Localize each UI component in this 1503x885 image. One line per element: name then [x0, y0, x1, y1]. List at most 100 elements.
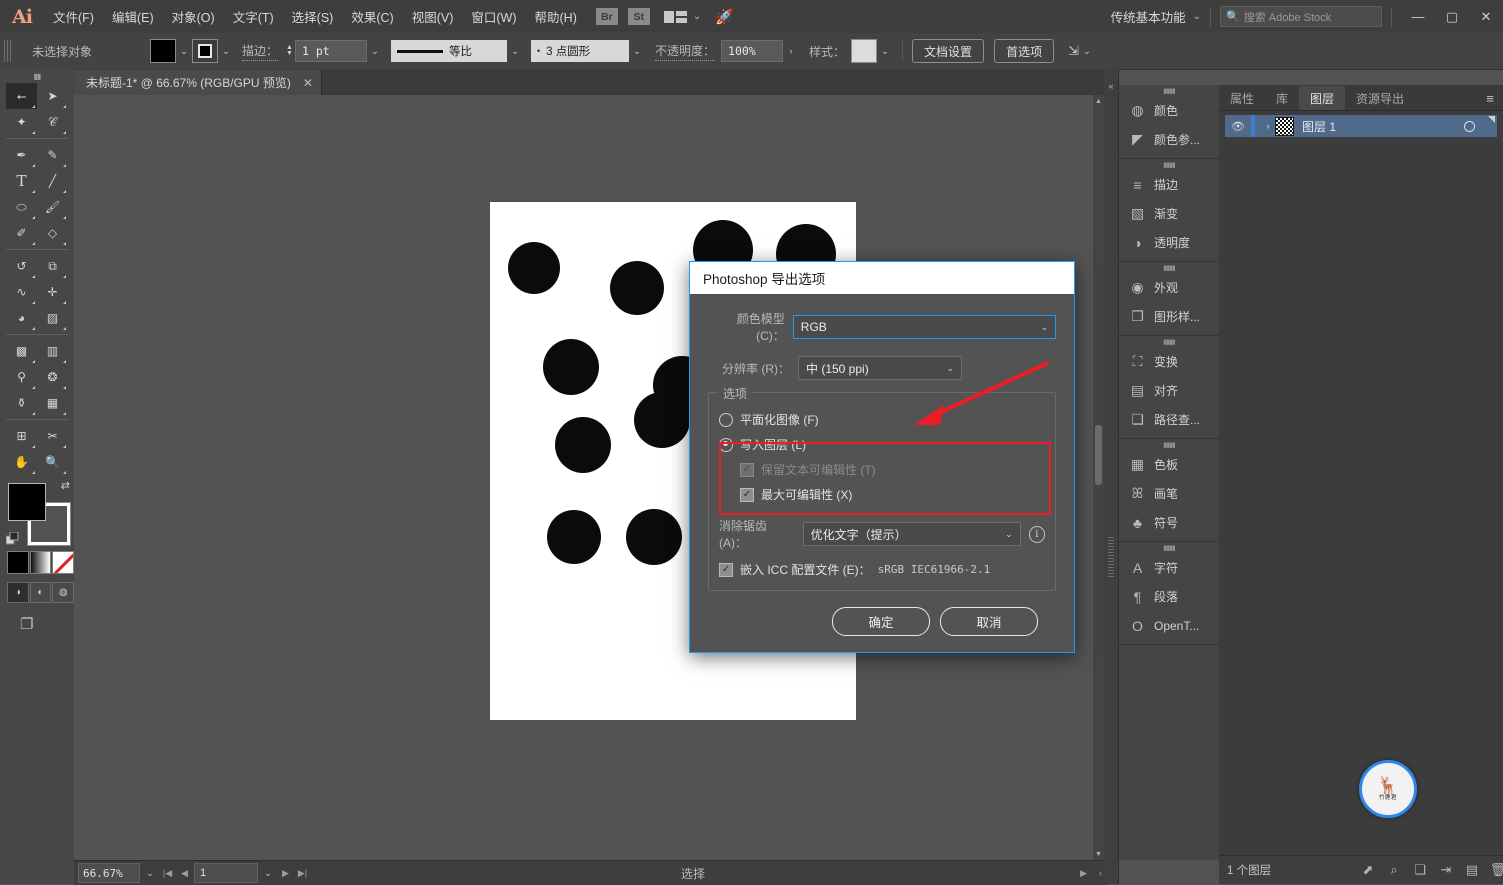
tool-width[interactable]: ∿: [6, 279, 37, 305]
info-icon[interactable]: i: [1028, 525, 1045, 543]
scroll-down-icon[interactable]: ▼: [1093, 848, 1104, 860]
document-tab[interactable]: 未标题-1* @ 66.67% (RGB/GPU 预览) ✕: [74, 70, 322, 95]
tool-rotate[interactable]: ↺: [6, 253, 37, 279]
dock-item-transparency[interactable]: ◑ 透明度: [1119, 228, 1219, 257]
dock-item-color-guide[interactable]: ◤ 颜色参...: [1119, 125, 1219, 154]
status-expand-icon[interactable]: ▶: [1076, 864, 1091, 882]
menu-edit[interactable]: 编辑(E): [103, 3, 163, 30]
menu-window[interactable]: 窗口(W): [462, 3, 525, 30]
dock-item-transform[interactable]: ⛶ 变换: [1119, 347, 1219, 376]
arrange-documents-icon[interactable]: [663, 9, 688, 25]
tools-panel-grip[interactable]: ▮▮: [0, 69, 74, 83]
tool-free-transform[interactable]: ✛: [37, 279, 68, 305]
artboard-circle[interactable]: [543, 339, 599, 395]
stroke-profile-select[interactable]: 等比: [391, 40, 508, 62]
stroke-weight-stepper[interactable]: ▲ ▼: [284, 41, 295, 61]
artboard-circle[interactable]: [508, 242, 560, 294]
prev-artboard-button[interactable]: ◀: [177, 864, 192, 882]
style-chevron-down-icon[interactable]: ⌄: [877, 40, 893, 62]
tool-column-graph[interactable]: ▦: [37, 390, 68, 416]
dock-item-paragraph[interactable]: ¶ 段落: [1119, 582, 1219, 611]
tool-lasso[interactable]: 𝒞: [37, 109, 68, 135]
dock-item-graphic-styles[interactable]: ❐ 图形样...: [1119, 302, 1219, 331]
dock-collapse-strip[interactable]: «: [1104, 69, 1119, 884]
chevron-right-icon[interactable]: ›: [1261, 121, 1275, 131]
tool-shaper-pencil[interactable]: ✐: [6, 220, 37, 246]
workspace-switcher[interactable]: 传统基本功能: [1111, 7, 1188, 26]
make-clipping-mask-icon[interactable]: ❏: [1407, 856, 1433, 884]
zoom-chevron-down-icon[interactable]: ⌄: [142, 862, 158, 884]
color-none-button[interactable]: [52, 551, 75, 574]
artboard-circle[interactable]: [634, 392, 690, 448]
dock-group-grip[interactable]: ▮▮▮▮: [1119, 542, 1219, 553]
graphic-style-swatch[interactable]: [851, 39, 878, 63]
dock-group-grip[interactable]: ▮▮▮▮: [1119, 439, 1219, 450]
tool-type[interactable]: T: [6, 168, 37, 194]
delete-layer-icon[interactable]: 🗑: [1485, 856, 1503, 884]
tool-blend[interactable]: ❂: [37, 364, 68, 390]
bridge-button[interactable]: Br: [595, 8, 618, 25]
checkbox-checked-icon[interactable]: ✓: [719, 562, 733, 577]
max-editability-option[interactable]: ✓ 最大可编辑性 (X): [740, 482, 1045, 507]
maximize-button[interactable]: ▢: [1435, 0, 1469, 33]
antialias-select[interactable]: 优化文字（提示） ⌄: [802, 522, 1021, 546]
eye-icon[interactable]: 👁: [1225, 120, 1251, 133]
checkbox-checked-icon[interactable]: ✓: [740, 487, 754, 502]
write-layers-option[interactable]: 写入图层 (L): [719, 432, 1045, 457]
panel-menu-icon[interactable]: ≡: [1477, 86, 1503, 110]
dock-group-grip[interactable]: ▮▮▮▮: [1119, 159, 1219, 170]
draw-inside-button[interactable]: ◍: [52, 582, 75, 603]
tool-direct-selection[interactable]: ➤: [37, 83, 68, 109]
select-similar-chevron-down-icon[interactable]: ⌄: [1079, 40, 1095, 62]
stock-search-input[interactable]: 🔍 搜索 Adobe Stock: [1220, 6, 1382, 27]
tool-slice[interactable]: ✂: [37, 423, 68, 449]
dock-item-pathfinder[interactable]: ❏ 路径查...: [1119, 405, 1219, 434]
minimize-button[interactable]: —: [1401, 0, 1435, 33]
default-fill-stroke-icon[interactable]: [5, 531, 19, 545]
artboard-circle[interactable]: [555, 417, 611, 473]
opacity-input[interactable]: 100%: [721, 40, 784, 62]
dock-item-stroke[interactable]: ≡ 描边: [1119, 170, 1219, 199]
menu-file[interactable]: 文件(F): [44, 3, 103, 30]
tool-selection[interactable]: ⭠: [6, 83, 37, 109]
tool-hand[interactable]: ✋: [6, 449, 37, 475]
artboard-circle[interactable]: [626, 509, 682, 565]
tool-artboard[interactable]: ⊞: [6, 423, 37, 449]
swap-fill-stroke-icon[interactable]: ⇄: [61, 479, 70, 492]
color-gradient-button[interactable]: [29, 551, 52, 574]
resolution-select[interactable]: 中 (150 ppi) ⌄: [798, 356, 962, 380]
ok-button[interactable]: 确定: [832, 607, 930, 636]
stroke-profile-chevron-down-icon[interactable]: ⌄: [507, 40, 523, 62]
artboard-circle[interactable]: [547, 510, 601, 564]
menu-help[interactable]: 帮助(H): [526, 3, 586, 30]
locate-object-icon[interactable]: ⌕: [1381, 856, 1407, 884]
artboard-chevron-down-icon[interactable]: ⌄: [260, 862, 276, 884]
document-setup-button[interactable]: 文档设置: [912, 39, 985, 63]
tool-gradient[interactable]: ▥: [37, 338, 68, 364]
tool-pen[interactable]: ✒: [6, 142, 37, 168]
tool-perspective-grid[interactable]: ▨: [37, 305, 68, 331]
menu-view[interactable]: 视图(V): [403, 3, 463, 30]
tool-zoom[interactable]: 🔍: [37, 449, 68, 475]
dock-group-grip[interactable]: ▮▮▮▮: [1119, 85, 1219, 96]
icc-profile-row[interactable]: ✓ 嵌入 ICC 配置文件 (E)： sRGB IEC61966-2.1: [719, 561, 1045, 578]
menu-object[interactable]: 对象(O): [163, 3, 224, 30]
canvas-vertical-scrollbar[interactable]: ▲ ▼: [1093, 95, 1104, 860]
target-circle-icon[interactable]: [1464, 120, 1475, 132]
tool-symbol-sprayer[interactable]: ⚱: [6, 390, 37, 416]
artboard-circle[interactable]: [610, 261, 664, 315]
arrange-chevron-down-icon[interactable]: ⌄: [693, 11, 701, 22]
tab-asset-export[interactable]: 资源导出: [1345, 86, 1415, 110]
tool-line-segment[interactable]: ╱: [37, 168, 68, 194]
dock-item-brushes[interactable]: ꕤ 画笔: [1119, 479, 1219, 508]
stroke-weight-chevron-down-icon[interactable]: ⌄: [367, 40, 383, 62]
tab-libraries[interactable]: 库: [1265, 86, 1299, 110]
dock-item-appearance[interactable]: ◉ 外观: [1119, 273, 1219, 302]
tool-eyedropper[interactable]: ⚲: [6, 364, 37, 390]
artboard-number-input[interactable]: 1: [194, 863, 258, 883]
tool-shape-builder[interactable]: ◕: [6, 305, 37, 331]
screen-mode-button[interactable]: ❐: [20, 615, 74, 633]
close-icon[interactable]: ✕: [303, 76, 313, 90]
tool-mesh[interactable]: ▩: [6, 338, 37, 364]
tab-properties[interactable]: 属性: [1219, 86, 1265, 110]
